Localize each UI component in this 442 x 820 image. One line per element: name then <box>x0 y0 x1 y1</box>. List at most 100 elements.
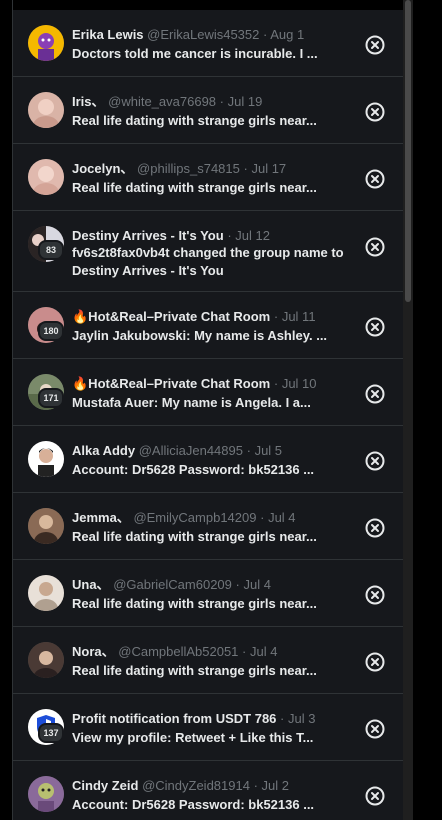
sender-name: Cindy Zeid <box>72 778 139 793</box>
message-preview: Real life dating with strange girls near… <box>72 663 317 678</box>
person-photo-icon <box>28 575 64 611</box>
message-preview: Account: Dr5628 Password: bk52136 ... <box>72 797 315 812</box>
avatar[interactable] <box>28 642 64 678</box>
sender-name: Alka Addy <box>72 443 136 458</box>
message-preview: fv6s2t8fax0vb4t changed the group name t… <box>72 245 344 278</box>
member-count-badge: 83 <box>38 240 64 260</box>
close-icon[interactable] <box>365 585 385 605</box>
message-preview: View my profile: Retweet + Like this T..… <box>72 730 314 745</box>
avatar[interactable]: 137 <box>28 709 64 745</box>
separator: · <box>273 309 279 324</box>
group-name: Profit notification from USDT 786 <box>72 711 277 726</box>
sender-handle: @phillips_s74815 <box>137 161 240 176</box>
sender-name: Nora、 <box>72 644 115 659</box>
avatar[interactable] <box>28 25 64 61</box>
conversation-header: Cindy Zeid @CindyZeid81914 · Jul 2 <box>72 778 353 794</box>
sender-handle: @CampbellAb52051 <box>118 644 239 659</box>
sender-name: Erika Lewis <box>72 27 144 42</box>
person-photo-icon <box>28 508 64 544</box>
avatar[interactable] <box>28 159 64 195</box>
message-date: Jul 19 <box>227 94 263 109</box>
conversation-row[interactable]: 171 🔥Hot&Real–Private Chat Room · Jul 10… <box>13 359 403 426</box>
message-date: Jul 12 <box>235 228 270 243</box>
conversation-header: 🔥Hot&Real–Private Chat Room · Jul 11 <box>72 309 353 325</box>
close-icon[interactable] <box>365 451 385 471</box>
member-count-badge: 180 <box>38 321 64 341</box>
message-preview: Jaylin Jakubowski: My name is Ashley. ..… <box>72 328 328 343</box>
top-bar <box>13 0 403 10</box>
separator: · <box>260 510 265 525</box>
conversation-row[interactable]: Alka Addy @AlliciaJen44895 · Jul 5 Accou… <box>13 426 403 493</box>
conversation-row[interactable]: Una、 @GabrielCam60209 · Jul 4 Real life … <box>13 560 403 627</box>
conversation-row[interactable]: Erika Lewis @ErikaLewis45352 · Aug 1 Doc… <box>13 10 403 77</box>
person-photo-icon <box>28 159 64 195</box>
close-icon[interactable] <box>365 317 385 337</box>
message-date: Jul 2 <box>261 778 290 793</box>
sender-handle: @GabrielCam60209 <box>113 577 232 592</box>
conversation-list: Erika Lewis @ErikaLewis45352 · Aug 1 Doc… <box>12 0 404 820</box>
conversation-header: Erika Lewis @ErikaLewis45352 · Aug 1 <box>72 27 353 43</box>
sender-name: Jocelyn、 <box>72 161 134 176</box>
close-icon[interactable] <box>365 652 385 672</box>
message-date: Jul 5 <box>254 443 283 458</box>
conversation-row[interactable]: 180 🔥Hot&Real–Private Chat Room · Jul 11… <box>13 292 403 359</box>
conversation-row[interactable]: Jocelyn、 @phillips_s74815 · Jul 17 Real … <box>13 144 403 211</box>
message-date: Jul 3 <box>288 711 316 726</box>
separator: · <box>227 228 232 243</box>
close-icon[interactable] <box>365 786 385 806</box>
close-icon[interactable] <box>365 35 385 55</box>
message-date: Jul 17 <box>251 161 287 176</box>
separator: · <box>246 443 251 458</box>
avatar[interactable] <box>28 508 64 544</box>
separator: · <box>219 94 224 109</box>
person-photo-icon <box>28 92 64 128</box>
separator: · <box>253 778 258 793</box>
close-icon[interactable] <box>365 518 385 538</box>
separator: · <box>263 27 268 42</box>
close-icon[interactable] <box>365 719 385 739</box>
sender-handle: @white_ava76698 <box>108 94 217 109</box>
sender-handle: @EmilyCampb14209 <box>133 510 257 525</box>
app-window: Erika Lewis @ErikaLewis45352 · Aug 1 Doc… <box>0 0 442 820</box>
conversation-row[interactable]: 83 Destiny Arrives - It's You · Jul 12 f… <box>13 211 403 292</box>
conversation-header: Nora、 @CampbellAb52051 · Jul 4 <box>72 644 353 660</box>
sender-handle: @ErikaLewis45352 <box>147 27 260 42</box>
message-preview: Real life dating with strange girls near… <box>72 529 317 544</box>
separator: · <box>243 161 248 176</box>
conversation-row[interactable]: 137 Profit notification from USDT 786 · … <box>13 694 403 761</box>
avatar[interactable] <box>28 575 64 611</box>
avatar[interactable]: 83 <box>28 226 64 262</box>
scrollbar[interactable] <box>403 0 413 820</box>
avatar[interactable]: 180 <box>28 307 64 343</box>
close-icon[interactable] <box>365 102 385 122</box>
conversation-row[interactable]: Iris、 @white_ava76698 · Jul 19 Real life… <box>13 77 403 144</box>
message-preview: Doctors told me cancer is incurable. I .… <box>72 46 318 61</box>
avatar[interactable] <box>28 441 64 477</box>
conversation-row[interactable]: Nora、 @CampbellAb52051 · Jul 4 Real life… <box>13 627 403 694</box>
member-count-badge: 137 <box>38 723 64 743</box>
conversation-row[interactable]: Cindy Zeid @CindyZeid81914 · Jul 2 Accou… <box>13 761 403 820</box>
separator: · <box>242 644 247 659</box>
conversation-row[interactable]: Jemma、 @EmilyCampb14209 · Jul 4 Real lif… <box>13 493 403 560</box>
group-name: Destiny Arrives - It's You <box>72 228 224 243</box>
avatar[interactable]: 171 <box>28 374 64 410</box>
avatar[interactable] <box>28 776 64 812</box>
avatar[interactable] <box>28 92 64 128</box>
conversation-header: Jemma、 @EmilyCampb14209 · Jul 4 <box>72 510 353 526</box>
close-icon[interactable] <box>365 237 385 257</box>
message-preview: Real life dating with strange girls near… <box>72 596 317 611</box>
sender-name: Jemma、 <box>72 510 130 525</box>
conversation-header: Destiny Arrives - It's You · Jul 12 <box>72 228 353 244</box>
close-icon[interactable] <box>365 169 385 189</box>
group-name: 🔥Hot&Real–Private Chat Room <box>72 309 271 324</box>
message-date: Jul 4 <box>243 577 271 592</box>
message-preview: Real life dating with strange girls near… <box>72 113 317 128</box>
cartoon-avatar-icon <box>28 441 64 477</box>
cartoon-avatar-icon <box>28 776 64 812</box>
scrollbar-thumb[interactable] <box>405 0 411 302</box>
cartoon-avatar-icon <box>28 25 64 61</box>
conversation-header: Iris、 @white_ava76698 · Jul 19 <box>72 94 353 110</box>
person-photo-icon <box>28 642 64 678</box>
close-icon[interactable] <box>365 384 385 404</box>
message-date: Aug 1 <box>270 27 305 42</box>
